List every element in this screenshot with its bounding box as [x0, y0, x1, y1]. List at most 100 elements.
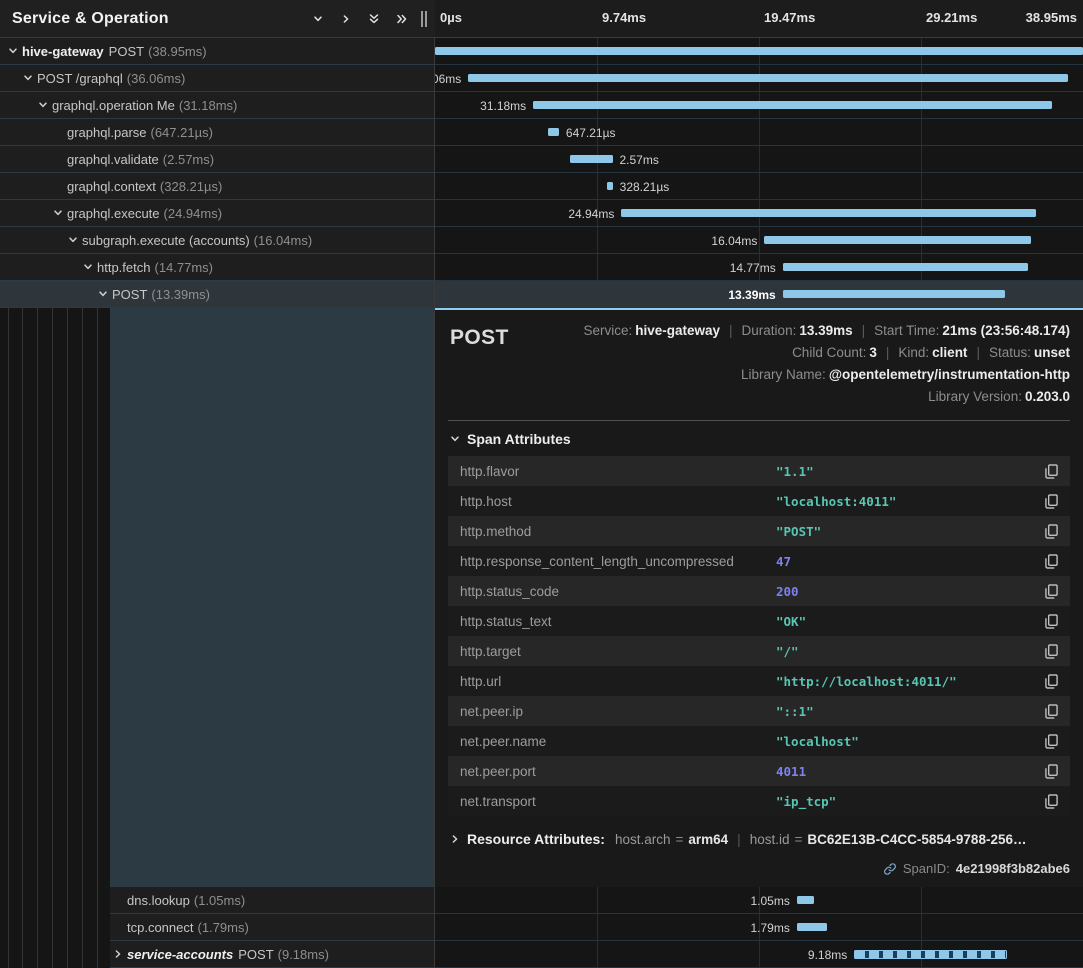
copy-button[interactable]	[1045, 794, 1058, 809]
chevron-down-icon[interactable]	[68, 235, 82, 245]
attribute-row: net.peer.port4011	[448, 756, 1070, 786]
copy-button[interactable]	[1045, 704, 1058, 719]
span-tree-cell[interactable]: graphql.execute(24.94ms)	[0, 200, 435, 227]
copy-button[interactable]	[1045, 614, 1058, 629]
chevron-right-icon[interactable]	[334, 7, 358, 31]
span-tree-cell[interactable]: graphql.validate(2.57ms)	[0, 146, 435, 173]
separator: |	[886, 345, 890, 360]
chevron-down-icon[interactable]	[83, 262, 97, 272]
span-label: subgraph.execute (accounts)(16.04ms)	[82, 233, 312, 248]
span-row[interactable]: graphql.execute(24.94ms)24.94ms	[0, 200, 1083, 227]
span-tree-cell[interactable]: POST /graphql(36.06ms)	[0, 65, 435, 92]
span-tree-cell[interactable]: subgraph.execute (accounts)(16.04ms)	[0, 227, 435, 254]
copy-button[interactable]	[1045, 524, 1058, 539]
span-waterfall-cell[interactable]: 38.95ms	[435, 38, 1083, 65]
chevron-down-icon[interactable]	[306, 7, 330, 31]
copy-button[interactable]	[1045, 464, 1058, 479]
span-waterfall-cell[interactable]: 1.79ms	[435, 914, 1083, 941]
span-bar[interactable]	[468, 74, 1068, 82]
span-bar[interactable]	[783, 263, 1029, 271]
attribute-value: "ip_tcp"	[776, 794, 836, 809]
span-tree-cell[interactable]: hive-gatewayPOST(38.95ms)	[0, 38, 435, 65]
span-row[interactable]: dns.lookup(1.05ms) 1.05ms	[0, 887, 1083, 914]
copy-button[interactable]	[1045, 734, 1058, 749]
span-bar[interactable]	[854, 950, 1007, 959]
span-waterfall-cell[interactable]: 2.57ms	[435, 146, 1083, 173]
chevron-down-icon[interactable]	[98, 289, 112, 299]
span-row[interactable]: http.fetch(14.77ms)14.77ms	[0, 254, 1083, 281]
operation-name: POST	[109, 44, 144, 59]
chevron-right-icon[interactable]	[113, 949, 127, 959]
span-row[interactable]: subgraph.execute (accounts)(16.04ms) 16.0…	[0, 227, 1083, 254]
span-bar[interactable]	[570, 155, 613, 163]
span-waterfall-cell[interactable]: 24.94ms	[435, 200, 1083, 227]
span-label: hive-gatewayPOST(38.95ms)	[22, 44, 207, 59]
span-bar[interactable]	[435, 47, 1083, 55]
chevron-down-icon[interactable]	[8, 46, 22, 56]
span-duration: (9.18ms)	[278, 947, 329, 962]
span-row[interactable]: graphql.operation Me(31.18ms)31.18ms	[0, 92, 1083, 119]
span-attributes-header[interactable]: Span Attributes	[450, 431, 1070, 447]
span-row[interactable]: graphql.context(328.21µs) 328.21µs	[0, 173, 1083, 200]
copy-icon	[1045, 464, 1058, 479]
span-bar[interactable]	[797, 923, 827, 931]
attribute-key: http.status_code	[460, 584, 776, 599]
span-bar[interactable]	[533, 101, 1052, 109]
span-waterfall-cell[interactable]: 36.06ms	[435, 65, 1083, 92]
chevron-down-icon[interactable]	[53, 208, 67, 218]
span-row[interactable]: POST(13.39ms)13.39ms	[0, 281, 1083, 308]
span-label: dns.lookup(1.05ms)	[127, 893, 245, 908]
span-row[interactable]: service-accountsPOST(9.18ms) 9.18ms	[0, 941, 1083, 968]
meta-value: hive-gateway	[635, 323, 720, 338]
span-bar[interactable]	[797, 896, 814, 904]
span-tree-cell[interactable]: graphql.operation Me(31.18ms)	[0, 92, 435, 119]
span-waterfall-cell[interactable]: 14.77ms	[435, 254, 1083, 281]
span-row[interactable]: graphql.validate(2.57ms)2.57ms	[0, 146, 1083, 173]
span-bar[interactable]	[621, 209, 1036, 217]
span-row[interactable]: hive-gatewayPOST(38.95ms) 38.95ms	[0, 38, 1083, 65]
span-tree-cell[interactable]: graphql.context(328.21µs)	[0, 173, 435, 200]
span-duration-label: 328.21µs	[620, 180, 670, 194]
span-waterfall-cell[interactable]: 647.21µs	[435, 119, 1083, 146]
span-waterfall-cell[interactable]: 9.18ms	[435, 941, 1083, 968]
span-duration-label: 9.18ms	[808, 948, 847, 962]
panel-resize-handle[interactable]	[421, 11, 430, 27]
resource-attributes-row[interactable]: Resource Attributes: host.arch=arm64|hos…	[450, 831, 1070, 847]
copy-button[interactable]	[1045, 644, 1058, 659]
span-bar[interactable]	[783, 290, 1006, 298]
span-row[interactable]: graphql.parse(647.21µs)647.21µs	[0, 119, 1083, 146]
chevron-down-icon[interactable]	[23, 73, 37, 83]
copy-button[interactable]	[1045, 764, 1058, 779]
span-tree-cell[interactable]: dns.lookup(1.05ms)	[110, 887, 435, 914]
span-row[interactable]: POST /graphql(36.06ms)36.06ms	[0, 65, 1083, 92]
span-bar[interactable]	[764, 236, 1031, 244]
copy-button[interactable]	[1045, 554, 1058, 569]
span-waterfall-cell[interactable]: 328.21µs	[435, 173, 1083, 200]
span-label: service-accountsPOST(9.18ms)	[127, 947, 329, 962]
span-tree-cell[interactable]: http.fetch(14.77ms)	[0, 254, 435, 281]
copy-icon	[1045, 584, 1058, 599]
span-duration: (1.05ms)	[194, 893, 245, 908]
span-waterfall-cell[interactable]: 13.39ms	[435, 281, 1083, 308]
span-tree-cell[interactable]: service-accountsPOST(9.18ms)	[110, 941, 435, 968]
double-chevron-down-icon[interactable]	[362, 7, 386, 31]
chevron-down-icon[interactable]	[38, 100, 52, 110]
span-row[interactable]: tcp.connect(1.79ms)1.79ms	[0, 914, 1083, 941]
resource-value: BC62E13B-C4CC-5854-9788-256…	[807, 832, 1026, 847]
span-tree-cell[interactable]: tcp.connect(1.79ms)	[110, 914, 435, 941]
span-tree-cell[interactable]: graphql.parse(647.21µs)	[0, 119, 435, 146]
span-waterfall-cell[interactable]: 31.18ms	[435, 92, 1083, 119]
copy-icon	[1045, 674, 1058, 689]
span-waterfall-cell[interactable]: 1.05ms	[435, 887, 1083, 914]
copy-button[interactable]	[1045, 494, 1058, 509]
meta-value: @opentelemetry/instrumentation-http	[829, 367, 1070, 382]
link-icon[interactable]	[883, 862, 897, 876]
span-waterfall-cell[interactable]: 16.04ms	[435, 227, 1083, 254]
span-bar[interactable]	[607, 182, 612, 190]
copy-button[interactable]	[1045, 584, 1058, 599]
operation-name: tcp.connect	[127, 920, 194, 935]
double-chevron-right-icon[interactable]	[390, 7, 414, 31]
span-bar[interactable]	[548, 128, 559, 136]
span-tree-cell[interactable]: POST(13.39ms)	[0, 281, 435, 308]
copy-button[interactable]	[1045, 674, 1058, 689]
